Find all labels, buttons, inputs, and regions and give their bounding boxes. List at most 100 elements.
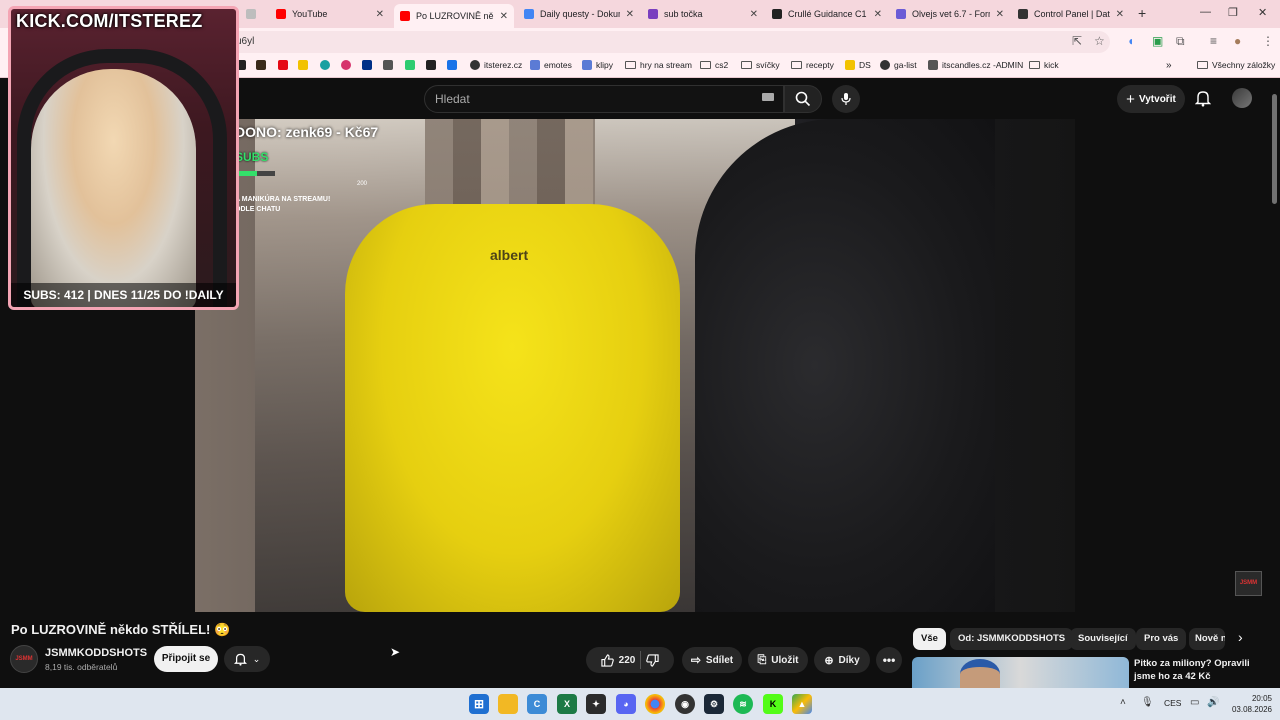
microphone-tray-icon[interactable]: 🎙 bbox=[1141, 697, 1154, 708]
clock[interactable]: 20:05 03.08.2026 bbox=[1230, 693, 1272, 715]
bookmark-icon-netflix[interactable] bbox=[278, 60, 292, 70]
bookmark-folder-recepty[interactable]: recepty bbox=[791, 60, 834, 70]
browser-tab-guidance[interactable]: Crullé Guidance C1 ✕ bbox=[766, 4, 888, 24]
browser-tab-sub-tocka[interactable]: sub točka ✕ bbox=[642, 4, 764, 24]
reading-list-icon[interactable]: ≡ bbox=[1210, 34, 1217, 48]
network-icon[interactable]: ▭ bbox=[1190, 697, 1199, 708]
close-tab-icon[interactable]: ✕ bbox=[996, 9, 1004, 20]
channel-avatar[interactable]: JSMM bbox=[10, 645, 38, 673]
close-tab-icon[interactable]: ✕ bbox=[626, 9, 634, 20]
page-scrollbar[interactable] bbox=[1270, 80, 1280, 688]
bookmark-emotes[interactable]: emotes bbox=[530, 60, 572, 70]
super-thanks-icon: ⊕ bbox=[824, 654, 834, 667]
browser-tab-control-panel[interactable]: Control Panel | DatH ✕ bbox=[1012, 4, 1130, 24]
bookmark-icon-paypal[interactable] bbox=[362, 60, 376, 70]
close-window-icon[interactable]: ✕ bbox=[1258, 6, 1267, 19]
all-bookmarks-folder[interactable]: Všechny záložky bbox=[1197, 60, 1275, 70]
folder-icon bbox=[1197, 61, 1208, 69]
search-button[interactable] bbox=[784, 85, 822, 113]
bookmark-icon-game[interactable] bbox=[256, 60, 270, 70]
keyboard-icon[interactable] bbox=[762, 93, 774, 101]
thanks-button[interactable]: ⊕ Díky bbox=[814, 647, 870, 673]
bookmark-icon-fb[interactable] bbox=[383, 60, 397, 70]
chip-all[interactable]: Vše bbox=[913, 628, 946, 650]
subscription-bell-button[interactable]: ⌄ bbox=[224, 646, 270, 672]
chip-related[interactable]: Související bbox=[1070, 628, 1136, 650]
extension-icon-1[interactable]: ◖ bbox=[1127, 34, 1134, 48]
drive-icon[interactable]: ▲ bbox=[792, 694, 812, 714]
bookmark-itscandles[interactable]: itscandles.cz -ADMIN bbox=[928, 60, 1023, 70]
bookmark-ga-list[interactable]: ga-list bbox=[880, 60, 917, 70]
bookmark-ds[interactable]: DS bbox=[845, 60, 871, 70]
discord-icon[interactable]: ◕ bbox=[616, 694, 636, 714]
minimize-icon[interactable]: — bbox=[1200, 6, 1211, 18]
create-button[interactable]: + Vytvořit bbox=[1117, 85, 1185, 113]
bookmark-icon-yellow[interactable] bbox=[298, 60, 312, 70]
spotify-icon[interactable]: ≋ bbox=[733, 694, 753, 714]
bookmark-folder-svicky[interactable]: svíčky bbox=[741, 60, 780, 70]
bookmark-folder-cs2[interactable]: cs2 bbox=[700, 60, 728, 70]
bookmark-folder-hry[interactable]: hry na stream bbox=[625, 60, 692, 70]
restore-icon[interactable]: ❐ bbox=[1228, 6, 1238, 19]
install-app-icon[interactable]: ⇱ bbox=[1072, 34, 1082, 48]
input-language[interactable]: CES bbox=[1164, 698, 1181, 708]
close-tab-icon[interactable]: ✕ bbox=[750, 9, 758, 20]
chip-new[interactable]: Nově n bbox=[1189, 628, 1225, 650]
url-field[interactable]: u6yl bbox=[180, 31, 1110, 53]
recommendation-title[interactable]: Pitko za miliony? Opravili jsme ho za 42… bbox=[1134, 657, 1264, 683]
volume-icon[interactable]: 🔊 bbox=[1207, 697, 1219, 708]
chip-for-you[interactable]: Pro vás bbox=[1136, 628, 1187, 650]
browser-tab-youtube[interactable]: YouTube ✕ bbox=[270, 4, 390, 24]
extension-icon-2[interactable]: ▣ bbox=[1152, 34, 1163, 48]
recommendation-thumbnail[interactable] bbox=[912, 657, 1129, 689]
game-app-icon[interactable]: ✦ bbox=[586, 694, 606, 714]
file-explorer-icon[interactable] bbox=[498, 694, 518, 714]
bookmark-klipy[interactable]: klipy bbox=[582, 60, 613, 70]
join-button[interactable]: Připojit se bbox=[154, 646, 218, 672]
bookmark-folder-kick[interactable]: kick bbox=[1029, 60, 1059, 70]
thumbs-down-icon[interactable] bbox=[646, 653, 659, 667]
account-avatar[interactable] bbox=[1232, 88, 1252, 108]
steam-icon[interactable]: ⚙ bbox=[704, 694, 724, 714]
browser-tab[interactable] bbox=[240, 4, 266, 24]
scrollbar-thumb[interactable] bbox=[1272, 94, 1277, 204]
kick-app-icon[interactable]: K bbox=[763, 694, 783, 714]
menu-kebab-icon[interactable]: ⋮ bbox=[1262, 34, 1274, 48]
new-tab-button[interactable]: + bbox=[1138, 5, 1146, 21]
start-windows-icon[interactable]: ⊞ bbox=[469, 694, 489, 714]
bookmark-icon-red-circle[interactable] bbox=[341, 60, 355, 70]
bookmarks-overflow-icon[interactable]: » bbox=[1166, 60, 1172, 71]
notifications-bell-icon[interactable] bbox=[1195, 89, 1211, 107]
bookmark-icon-edit[interactable] bbox=[447, 60, 461, 70]
close-tab-icon[interactable]: ✕ bbox=[1116, 9, 1124, 20]
bookmark-icon-green[interactable] bbox=[405, 60, 419, 70]
chips-next-chevron-icon[interactable]: › bbox=[1238, 629, 1243, 645]
close-tab-icon[interactable]: ✕ bbox=[376, 9, 384, 20]
save-button[interactable]: ⎘ Uložit bbox=[748, 647, 808, 673]
share-button[interactable]: ⇨ Sdílet bbox=[682, 647, 742, 673]
voice-search-button[interactable] bbox=[832, 85, 860, 113]
puzzle-extensions-icon[interactable]: ⧉ bbox=[1176, 34, 1185, 49]
profile-avatar-icon[interactable]: ● bbox=[1234, 34, 1241, 48]
chip-from-channel[interactable]: Od: JSMMKODDSHOTS bbox=[950, 628, 1074, 650]
chrome-icon[interactable] bbox=[645, 694, 665, 714]
star-bookmark-icon[interactable]: ☆ bbox=[1094, 34, 1105, 48]
excel-icon[interactable]: X bbox=[557, 694, 577, 714]
channel-name[interactable]: JSMMKODDSHOTS bbox=[45, 647, 147, 659]
channel-watermark[interactable]: JSMM bbox=[1235, 571, 1262, 596]
close-tab-icon[interactable]: ✕ bbox=[874, 9, 882, 20]
browser-tab-active[interactable]: Po LUZROVINĚ někdo ✕ bbox=[394, 4, 514, 28]
obs-icon[interactable]: ◉ bbox=[675, 694, 695, 714]
bookmark-icon-teal[interactable] bbox=[320, 60, 334, 70]
more-actions-button[interactable]: ••• bbox=[876, 647, 902, 673]
search-input[interactable]: Hledat bbox=[424, 85, 784, 113]
app-c-icon[interactable]: C bbox=[527, 694, 547, 714]
bookmark-icon-download[interactable] bbox=[426, 60, 440, 70]
browser-tab-docs[interactable]: Daily questy - Dokum ✕ bbox=[518, 4, 640, 24]
like-button[interactable]: 220 bbox=[601, 653, 635, 667]
close-tab-icon[interactable]: ✕ bbox=[500, 11, 508, 22]
tray-overflow-chevron-icon[interactable]: ˄ bbox=[1120, 697, 1126, 708]
video-player[interactable]: albert DONO: zenk69 - Kč67 SUBS 200 A MA… bbox=[195, 119, 1075, 612]
browser-tab-form[interactable]: Olvejs vet 6.7 - Form ✕ bbox=[890, 4, 1010, 24]
bookmark-itsterez[interactable]: itsterez.cz bbox=[470, 60, 522, 70]
